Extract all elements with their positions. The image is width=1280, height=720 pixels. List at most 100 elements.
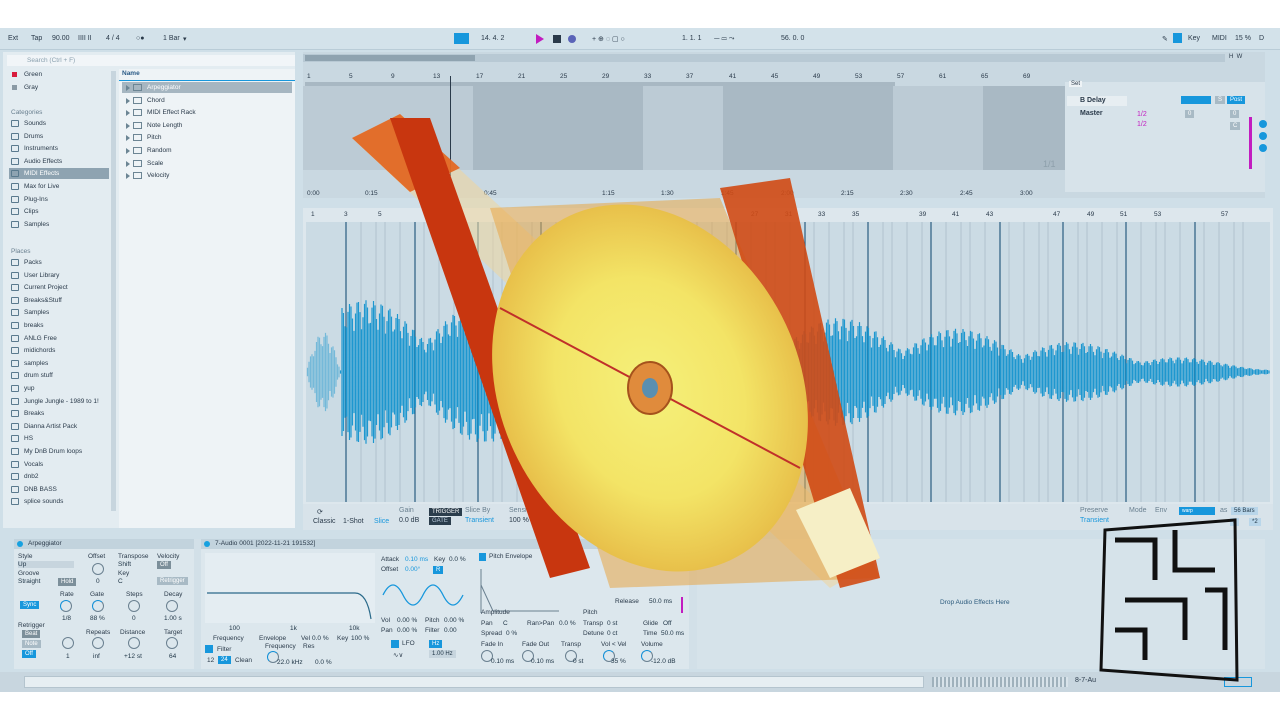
category-item[interactable]: Audio Effects bbox=[9, 156, 109, 167]
bar-ruler[interactable]: 1 5 9 13 17 21 25 29 33 37 41 45 49 53 57 61 65 69 bbox=[303, 72, 1065, 82]
category-item[interactable]: Drums bbox=[9, 131, 109, 142]
gate-knob[interactable] bbox=[92, 600, 104, 612]
expand-icon[interactable] bbox=[126, 160, 130, 167]
retrigger-beat[interactable]: Beat bbox=[22, 630, 41, 638]
browser-item[interactable]: Random bbox=[122, 145, 292, 156]
groove-menu[interactable]: Straight bbox=[18, 578, 40, 585]
clip-block[interactable] bbox=[983, 86, 1065, 170]
key-menu[interactable]: C bbox=[118, 578, 123, 585]
arpeggiator-device[interactable]: Arpeggiator Style Up Groove Straight Hol… bbox=[14, 539, 194, 669]
browser-item[interactable]: Note Length bbox=[122, 120, 292, 131]
stop-icon[interactable] bbox=[553, 35, 561, 43]
velocity-retrigger[interactable]: Retrigger bbox=[157, 577, 188, 585]
place-item[interactable]: Packs bbox=[9, 257, 109, 268]
category-item[interactable]: Clips bbox=[9, 206, 109, 217]
metronome-dots[interactable]: ○● bbox=[136, 35, 144, 42]
rate-knob[interactable] bbox=[60, 600, 72, 612]
draw-icons[interactable]: ⏤ ▭ ⤳ bbox=[714, 35, 734, 43]
velocity-toggle[interactable]: Off bbox=[157, 561, 171, 569]
key-map-label[interactable]: Key bbox=[1188, 35, 1200, 42]
place-item[interactable]: Dianna Artist Pack bbox=[9, 421, 109, 432]
overview-buttons[interactable]: H W bbox=[1229, 54, 1242, 60]
category-item[interactable]: Plug-Ins bbox=[9, 194, 109, 205]
place-item[interactable]: Jungle Jungle - 1989 to 1! bbox=[9, 396, 109, 407]
lfo-on-toggle[interactable] bbox=[391, 640, 399, 648]
quantize-menu[interactable]: 1 Bar bbox=[163, 35, 180, 42]
pan-center[interactable]: C bbox=[1230, 122, 1241, 130]
overdub-icon[interactable]: + ⊕ ◌ ▢ ○ bbox=[592, 35, 625, 43]
key-map-toggle[interactable] bbox=[1173, 33, 1182, 43]
repeats-knob[interactable] bbox=[92, 637, 104, 649]
steps-knob[interactable] bbox=[128, 600, 140, 612]
scroll-overview[interactable] bbox=[932, 677, 1068, 687]
column-name-header[interactable]: Name bbox=[122, 70, 140, 77]
expand-icon[interactable] bbox=[126, 85, 130, 91]
category-item[interactable]: Instruments bbox=[9, 143, 109, 154]
record-icon[interactable] bbox=[568, 35, 576, 43]
circuit-menu[interactable]: Clean bbox=[235, 657, 252, 664]
pencil-icon[interactable]: ✎ bbox=[1162, 35, 1168, 43]
vel-value[interactable]: 0.0 % bbox=[312, 635, 329, 642]
pan-value[interactable]: 0.00 % bbox=[397, 627, 417, 634]
browser-scrollbar[interactable] bbox=[111, 71, 116, 511]
spread-value[interactable]: 0 % bbox=[506, 630, 517, 637]
transpose-menu[interactable]: Shift bbox=[118, 561, 131, 568]
search-input[interactable]: Search (Ctrl + F) bbox=[7, 55, 295, 66]
tempo-field[interactable]: 90.00 bbox=[52, 35, 70, 42]
place-item[interactable]: samples bbox=[9, 358, 109, 369]
release-value[interactable]: 50.0 ms bbox=[649, 598, 672, 605]
double-button[interactable]: *2 bbox=[1249, 518, 1261, 526]
place-item[interactable]: drum stuff bbox=[9, 370, 109, 381]
transp-value[interactable]: 0 st bbox=[607, 620, 617, 627]
filter2-value[interactable]: 0.00 bbox=[444, 627, 457, 634]
place-item[interactable]: dnb2 bbox=[9, 471, 109, 482]
browser-item[interactable]: MIDI Effect Rack bbox=[122, 107, 292, 118]
loop-icon[interactable]: ⟳ bbox=[317, 508, 323, 516]
expand-icon[interactable] bbox=[126, 122, 130, 129]
expand-icon[interactable] bbox=[126, 148, 130, 154]
expand-icon[interactable] bbox=[126, 135, 130, 142]
filter-on-toggle[interactable] bbox=[205, 645, 213, 653]
amplitude-tab[interactable]: Amplitude bbox=[481, 609, 510, 616]
mixer-button[interactable] bbox=[1259, 144, 1267, 152]
pitch-value[interactable]: 0.00 % bbox=[444, 617, 464, 624]
place-item[interactable]: HS bbox=[9, 433, 109, 444]
io-button[interactable] bbox=[1259, 120, 1267, 128]
place-item[interactable]: Samples bbox=[9, 307, 109, 318]
place-item[interactable]: ANLG Free bbox=[9, 333, 109, 344]
style-menu[interactable]: Up bbox=[18, 561, 74, 568]
pan-field[interactable]: 0 bbox=[1230, 110, 1240, 118]
pan-c-value[interactable]: C bbox=[503, 620, 508, 627]
post-button[interactable]: Post bbox=[1227, 96, 1246, 104]
device-header[interactable]: Arpeggiator bbox=[14, 539, 194, 549]
place-item[interactable]: User Library bbox=[9, 270, 109, 281]
place-item[interactable]: yup bbox=[9, 383, 109, 394]
device-on-icon[interactable] bbox=[17, 541, 23, 547]
master-track[interactable]: Master bbox=[1067, 109, 1127, 119]
category-item[interactable]: MIDI Effects bbox=[9, 168, 109, 180]
sends-button[interactable] bbox=[1259, 132, 1267, 140]
retrigger-off[interactable]: Off bbox=[22, 650, 36, 658]
place-item[interactable]: midichords bbox=[9, 345, 109, 356]
place-item[interactable]: Breaks bbox=[9, 408, 109, 419]
sync-button[interactable]: Sync bbox=[20, 601, 40, 609]
decay-knob[interactable] bbox=[166, 600, 178, 612]
offset-knob[interactable] bbox=[92, 563, 104, 575]
category-item[interactable]: Max for Live bbox=[9, 181, 109, 192]
chevron-down-icon[interactable]: ▾ bbox=[183, 35, 187, 43]
place-item[interactable]: Vocals bbox=[9, 459, 109, 470]
target-knob[interactable] bbox=[166, 637, 178, 649]
slope-24[interactable]: 24 bbox=[218, 656, 231, 664]
browser-item[interactable]: Scale bbox=[122, 158, 292, 169]
expand-icon[interactable] bbox=[126, 110, 130, 117]
loop-start[interactable]: 1. 1. 1 bbox=[682, 35, 701, 42]
place-item[interactable]: Current Project bbox=[9, 282, 109, 293]
play-icon[interactable] bbox=[536, 34, 544, 44]
place-item[interactable]: My DnB Drum loops bbox=[9, 446, 109, 457]
overview-window[interactable] bbox=[305, 55, 475, 61]
device-on-icon[interactable] bbox=[204, 541, 210, 547]
detune-value[interactable]: 0 ct bbox=[607, 630, 617, 637]
category-item[interactable]: Sounds bbox=[9, 118, 109, 129]
expand-icon[interactable] bbox=[126, 97, 130, 104]
vol-value[interactable]: 0.00 % bbox=[397, 617, 417, 624]
